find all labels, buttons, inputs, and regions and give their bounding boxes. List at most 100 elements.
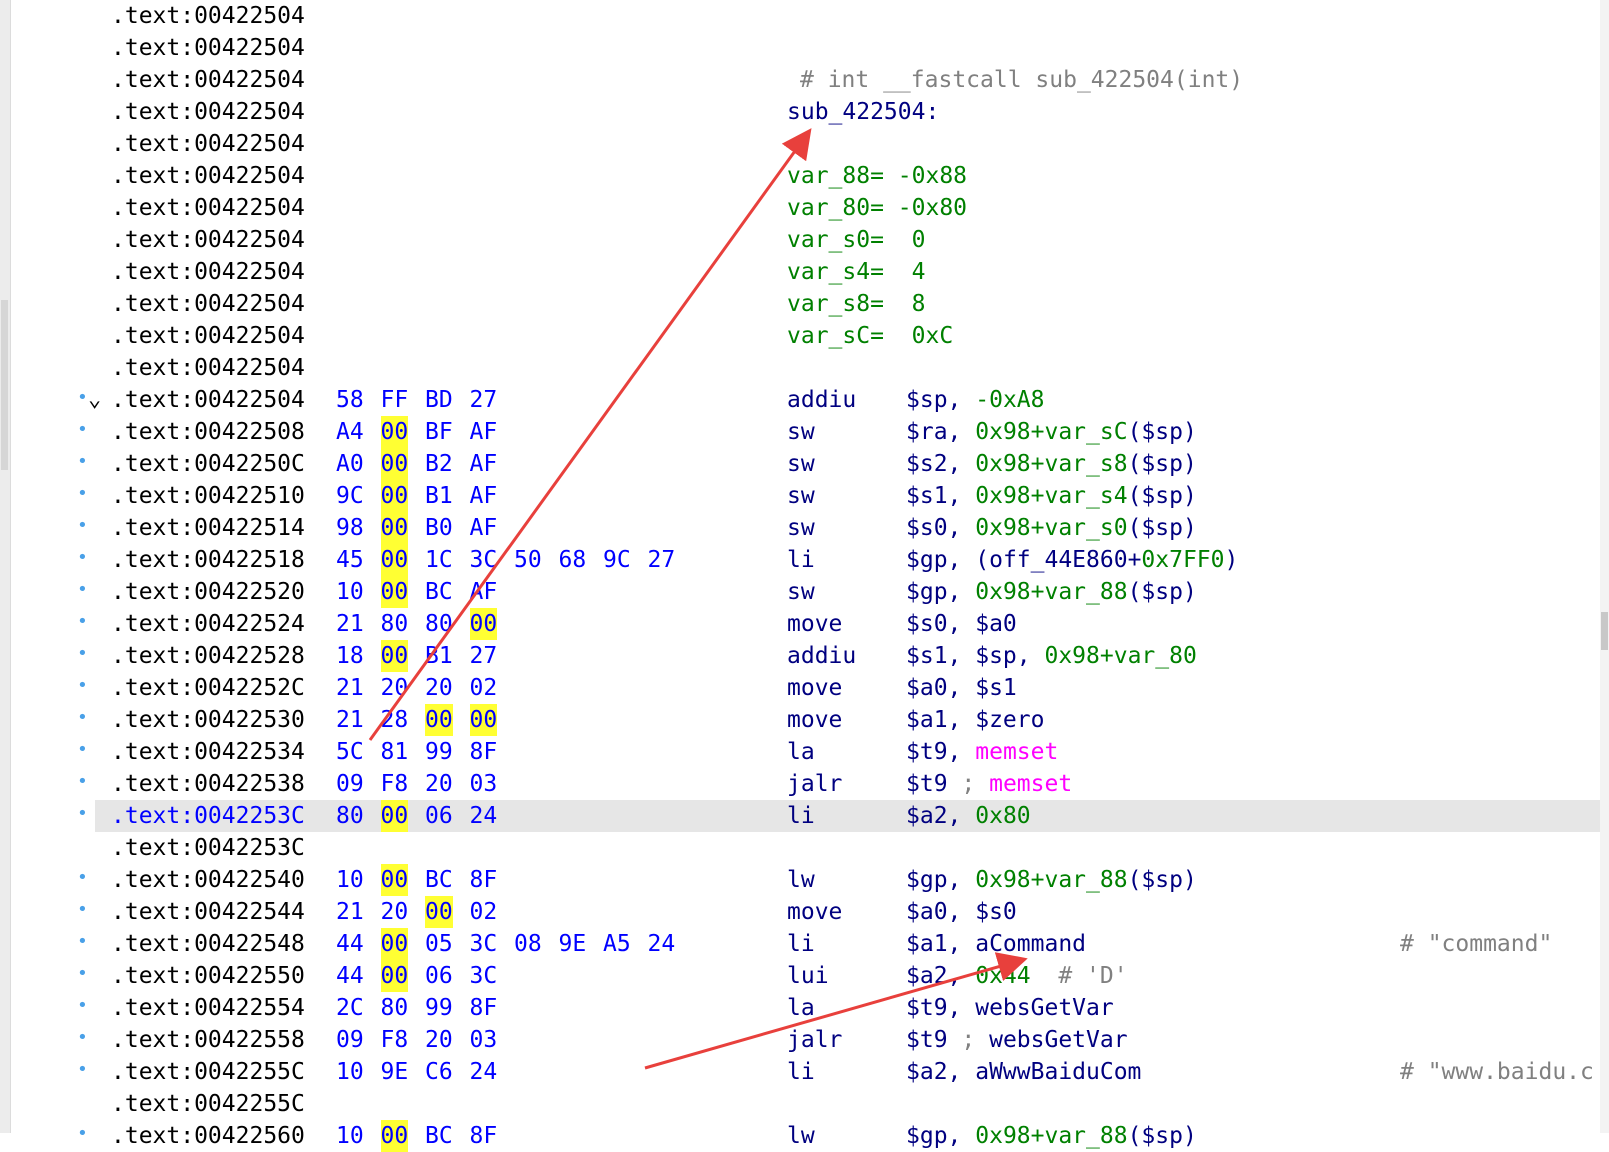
instruction-operands[interactable]: $a1, $zero (906, 704, 1044, 736)
instruction-operands[interactable]: $a2, 0x80 (906, 800, 1031, 832)
listing-row[interactable]: .text:00422504 (0, 0, 1600, 32)
listing-row[interactable]: .text:00422504 var_s4= 4 (0, 256, 1600, 288)
instruction-operands[interactable]: $a0, $s1 (906, 672, 1017, 704)
listing-row[interactable]: • .text:00422508 A4 00 BF AF sw $ra, 0x98+var_s… (0, 416, 1600, 448)
instruction-operands[interactable]: $ra, 0x98+var_sC($sp) (906, 416, 1197, 448)
operand-token: ($sp) (1127, 483, 1197, 509)
breakpoint-dot-icon[interactable]: • (77, 672, 88, 700)
listing-row[interactable]: .text:00422504 var_s8= 8 (0, 288, 1600, 320)
instruction-operands[interactable]: $a2, aWwwBaiduCom (906, 1056, 1141, 1088)
listing-row[interactable]: • .text:00422544 21 20 00 02 move $a0, $s0 (0, 896, 1600, 928)
listing-row[interactable]: • .text:00422534 5C 81 99 8F la $t9, memset (0, 736, 1600, 768)
listing-row[interactable]: • .text:0042255C 10 9E C6 24 li $a2, aWwwBaiduC… (0, 1056, 1600, 1088)
listing-row[interactable]: • ⌄ .text:00422504 58 FF BD 27 addiu $sp, -0xA8 (0, 384, 1600, 416)
listing-row[interactable]: • .text:00422548 44 00 05 3C 08 9E A5 24 li $a1, aC… (0, 928, 1600, 960)
instruction-operands[interactable]: $a0, $s0 (906, 896, 1017, 928)
instruction-operands[interactable]: $t9 ; memset (906, 768, 1072, 800)
instruction-operands[interactable]: $s0, 0x98+var_s0($sp) (906, 512, 1197, 544)
operand-token: ) (1224, 547, 1239, 573)
listing-row[interactable]: • .text:0042252C 21 20 20 02 move $a0, $s1 (0, 672, 1600, 704)
breakpoint-dot-icon[interactable]: • (77, 512, 88, 540)
operand-token: # 'D' (1030, 963, 1128, 989)
vertical-scrollbar[interactable] (1600, 0, 1609, 1133)
instruction-operands[interactable]: $t9, websGetVar (906, 992, 1114, 1024)
breakpoint-dot-icon[interactable]: • (77, 864, 88, 892)
instruction-operands[interactable]: $gp, 0x98+var_88($sp) (906, 864, 1197, 896)
listing-row[interactable]: .text:00422504 var_sC= 0xC (0, 320, 1600, 352)
listing-row[interactable]: • .text:00422540 10 00 BC 8F lw $gp, 0x98+var_8… (0, 864, 1600, 896)
breakpoint-dot-icon[interactable]: • (77, 928, 88, 956)
instruction-operands[interactable]: $a2, 0x44 # 'D' (906, 960, 1128, 992)
listing-row[interactable]: .text:00422504 (0, 32, 1600, 64)
vertical-scrollbar-thumb[interactable] (1601, 612, 1608, 650)
listing-row[interactable]: • .text:00422528 18 00 B1 27 addiu $s1, $sp, 0x… (0, 640, 1600, 672)
stack-variable[interactable]: var_s4= 4 (787, 256, 925, 288)
listing-row[interactable]: • .text:00422550 44 00 06 3C lui $a2, 0x44 # 'D… (0, 960, 1600, 992)
listing-row[interactable]: • .text:00422524 21 80 80 00 move $s0, $a0 (0, 608, 1600, 640)
breakpoint-dot-icon[interactable]: • (77, 704, 88, 732)
breakpoint-dot-icon[interactable]: • (77, 608, 88, 636)
instruction-operands[interactable]: $gp, 0x98+var_88($sp) (906, 576, 1197, 608)
opcode-byte: 00 (469, 608, 498, 640)
stack-variable[interactable]: var_s8= 8 (787, 288, 925, 320)
instruction-operands[interactable]: $gp, (off_44E860+0x7FF0) (906, 544, 1238, 576)
breakpoint-dot-icon[interactable]: • (77, 992, 88, 1020)
instruction-operands[interactable]: $s1, 0x98+var_s4($sp) (906, 480, 1197, 512)
instruction-operands[interactable]: $a1, aCommand (906, 928, 1086, 960)
breakpoint-dot-icon[interactable]: • (77, 1120, 88, 1148)
row-address: .text:00422504 (111, 131, 305, 157)
breakpoint-dot-icon[interactable]: • (77, 576, 88, 604)
breakpoint-dot-icon[interactable]: • (77, 768, 88, 796)
listing-row[interactable]: .text:00422504 (0, 128, 1600, 160)
listing-row[interactable]: .text:00422504 var_s0= 0 (0, 224, 1600, 256)
stack-variable[interactable]: var_88= -0x88 (787, 160, 967, 192)
listing-row[interactable]: • .text:00422554 2C 80 99 8F la $t9, websGetVar (0, 992, 1600, 1024)
instruction-operands[interactable]: $s1, $sp, 0x98+var_80 (906, 640, 1197, 672)
listing-row[interactable]: .text:00422504 (0, 352, 1600, 384)
breakpoint-dot-icon[interactable]: • (77, 544, 88, 572)
instruction-operands[interactable]: $gp, 0x98+var_88($sp) (906, 1120, 1197, 1152)
opcode-byte: 80 (380, 995, 409, 1021)
listing-row[interactable]: • .text:00422518 45 00 1C 3C 50 68 9C 27 li $gp, (o… (0, 544, 1600, 576)
listing-row[interactable]: .text:00422504 var_88= -0x88 (0, 160, 1600, 192)
stack-variable[interactable]: var_s0= 0 (787, 224, 925, 256)
listing-row[interactable]: • .text:00422510 9C 00 B1 AF sw $s1, 0x98+var_s… (0, 480, 1600, 512)
breakpoint-dot-icon[interactable]: • (77, 736, 88, 764)
stack-variable[interactable]: var_sC= 0xC (787, 320, 953, 352)
listing-row[interactable]: • .text:00422558 09 F8 20 03 jalr $t9 ; websGet… (0, 1024, 1600, 1056)
disassembly-listing[interactable]: .text:00422504 .text:00422504 .text:004225… (0, 0, 1600, 1152)
breakpoint-dot-icon[interactable]: • (77, 448, 88, 476)
listing-row[interactable]: • .text:00422514 98 00 B0 AF sw $s0, 0x98+var_s… (0, 512, 1600, 544)
breakpoint-dot-icon[interactable]: • (77, 384, 88, 412)
listing-row[interactable]: .text:00422504 # int __fastcall sub_42250… (0, 64, 1600, 96)
listing-row[interactable]: .text:00422504 var_80= -0x80 (0, 192, 1600, 224)
listing-row[interactable]: • .text:00422520 10 00 BC AF sw $gp, 0x98+var_8… (0, 576, 1600, 608)
listing-row[interactable]: • .text:00422560 10 00 BC 8F lw $gp, 0x98+var_8… (0, 1120, 1600, 1152)
breakpoint-dot-icon[interactable]: • (77, 800, 88, 828)
listing-row[interactable]: • .text:0042253C 80 00 06 24 li $a2, 0x80 (77, 800, 1600, 832)
breakpoint-dot-icon[interactable]: • (77, 1056, 88, 1084)
function-label[interactable]: sub_422504: (787, 96, 939, 128)
operand-token: 0x44 (975, 963, 1031, 989)
instruction-operands[interactable]: $s0, $a0 (906, 608, 1017, 640)
listing-row[interactable]: • .text:0042250C A0 00 B2 AF sw $s2, 0x98+var_s… (0, 448, 1600, 480)
breakpoint-dot-icon[interactable]: • (77, 896, 88, 924)
operand-token: 0x98+var_80 (1044, 643, 1197, 669)
listing-row[interactable]: .text:0042253C (0, 832, 1600, 864)
breakpoint-dot-icon[interactable]: • (77, 1024, 88, 1052)
instruction-operands[interactable]: $sp, -0xA8 (906, 384, 1045, 416)
listing-row[interactable]: • .text:00422538 09 F8 20 03 jalr $t9 ; memset (0, 768, 1600, 800)
breakpoint-dot-icon[interactable]: • (77, 416, 88, 444)
listing-row[interactable]: .text:00422504 sub_422504: (0, 96, 1600, 128)
breakpoint-dot-icon[interactable]: • (77, 480, 88, 508)
collapse-chevron-icon[interactable]: ⌄ (88, 384, 101, 416)
instruction-operands[interactable]: $t9 ; websGetVar (906, 1024, 1128, 1056)
breakpoint-dot-icon[interactable]: • (77, 960, 88, 988)
instruction-operands[interactable]: $t9, memset (906, 736, 1058, 768)
stack-variable[interactable]: var_80= -0x80 (787, 192, 967, 224)
instruction-operands[interactable]: $s2, 0x98+var_s8($sp) (906, 448, 1197, 480)
breakpoint-dot-icon[interactable]: • (77, 640, 88, 668)
listing-row[interactable]: • .text:00422530 21 28 00 00 move $a1, $zero (0, 704, 1600, 736)
row-address: .text:00422524 (111, 611, 305, 637)
listing-row[interactable]: .text:0042255C (0, 1088, 1600, 1120)
